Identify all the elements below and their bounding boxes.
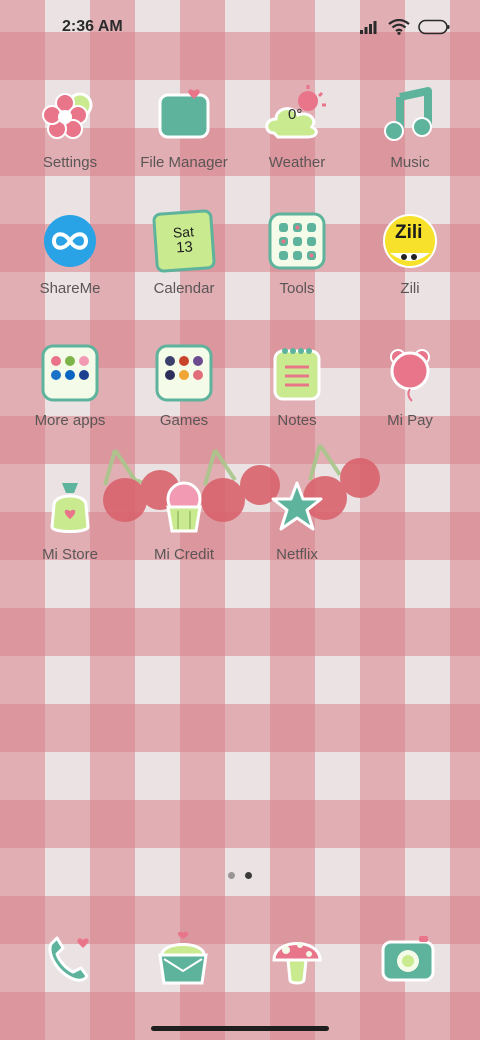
app-label: Music <box>390 154 430 171</box>
app-label: Mi Pay <box>387 412 433 429</box>
app-label: Settings <box>42 154 98 171</box>
app-tools[interactable]: Tools <box>237 208 357 297</box>
app-file-manager[interactable]: File Manager <box>124 82 244 171</box>
app-settings[interactable]: Settings <box>10 82 130 171</box>
zili-icon: Zili <box>377 208 443 274</box>
app-folder-games[interactable]: Games <box>124 340 244 429</box>
weather-cloud-icon: 0° <box>264 82 330 148</box>
status-bar: 2:36 AM <box>0 0 480 56</box>
app-weather[interactable]: 0° Weather <box>237 82 357 171</box>
status-icons <box>360 16 450 38</box>
page-dot-1[interactable] <box>228 872 235 879</box>
app-label: Notes <box>277 412 317 429</box>
app-label: Netflix <box>276 546 318 563</box>
music-note-icon <box>377 82 443 148</box>
camera-icon <box>381 936 435 982</box>
app-label: Mi Credit <box>153 546 214 563</box>
status-time: 2:36 AM <box>62 18 123 35</box>
signal-icon <box>360 21 377 34</box>
weather-temperature: 0° <box>288 106 303 123</box>
app-music[interactable]: Music <box>350 82 470 171</box>
app-mi-pay[interactable]: Mi Pay <box>350 340 470 429</box>
app-label: Calendar <box>153 280 215 297</box>
page-dot-2-active[interactable] <box>245 872 252 879</box>
calendar-date: 13 <box>175 238 194 257</box>
app-label: File Manager <box>140 154 228 171</box>
app-label: Mi Store <box>42 546 98 563</box>
netflix-star-icon <box>264 474 330 540</box>
wifi-icon <box>388 19 410 35</box>
app-label: Weather <box>268 154 326 171</box>
notes-icon <box>264 340 330 406</box>
app-label: Games <box>159 412 209 429</box>
app-calendar[interactable]: Sat 13 Calendar <box>124 208 244 297</box>
mi-credit-cupcake-icon <box>151 474 217 540</box>
app-label: ShareMe <box>39 280 101 297</box>
dock-messages[interactable] <box>150 926 216 992</box>
zili-logo-text: Zili <box>395 222 423 243</box>
app-folder-more-apps[interactable]: More apps <box>10 340 130 429</box>
games-folder-icon <box>151 340 217 406</box>
app-label: Tools <box>279 280 315 297</box>
messages-cupcake-icon <box>158 931 208 985</box>
tools-folder-icon <box>264 208 330 274</box>
settings-flower-icon <box>37 82 103 148</box>
mi-store-bag-icon <box>37 474 103 540</box>
app-mi-credit[interactable]: Mi Credit <box>124 474 244 563</box>
browser-mushroom-icon <box>272 942 322 985</box>
app-zili[interactable]: Zili Zili <box>350 208 470 297</box>
app-netflix[interactable]: Netflix <box>237 474 357 563</box>
shareme-infinity-icon <box>37 208 103 274</box>
page-indicator <box>228 872 252 879</box>
more-apps-folder-icon <box>37 340 103 406</box>
app-notes[interactable]: Notes <box>237 340 357 429</box>
folder-icon <box>151 82 217 148</box>
calendar-icon: Sat 13 <box>151 208 217 274</box>
app-label: Zili <box>400 280 420 297</box>
dock-browser[interactable] <box>264 926 330 992</box>
dock-phone[interactable] <box>37 926 103 992</box>
mi-pay-bear-balloon-icon <box>377 340 443 406</box>
phone-icon <box>48 936 89 982</box>
app-mi-store[interactable]: Mi Store <box>10 474 130 563</box>
dock-camera[interactable] <box>375 926 441 992</box>
battery-icon <box>418 19 450 35</box>
app-shareme[interactable]: ShareMe <box>10 208 130 297</box>
home-gesture-bar[interactable] <box>151 1026 329 1031</box>
app-label: More apps <box>34 412 106 429</box>
